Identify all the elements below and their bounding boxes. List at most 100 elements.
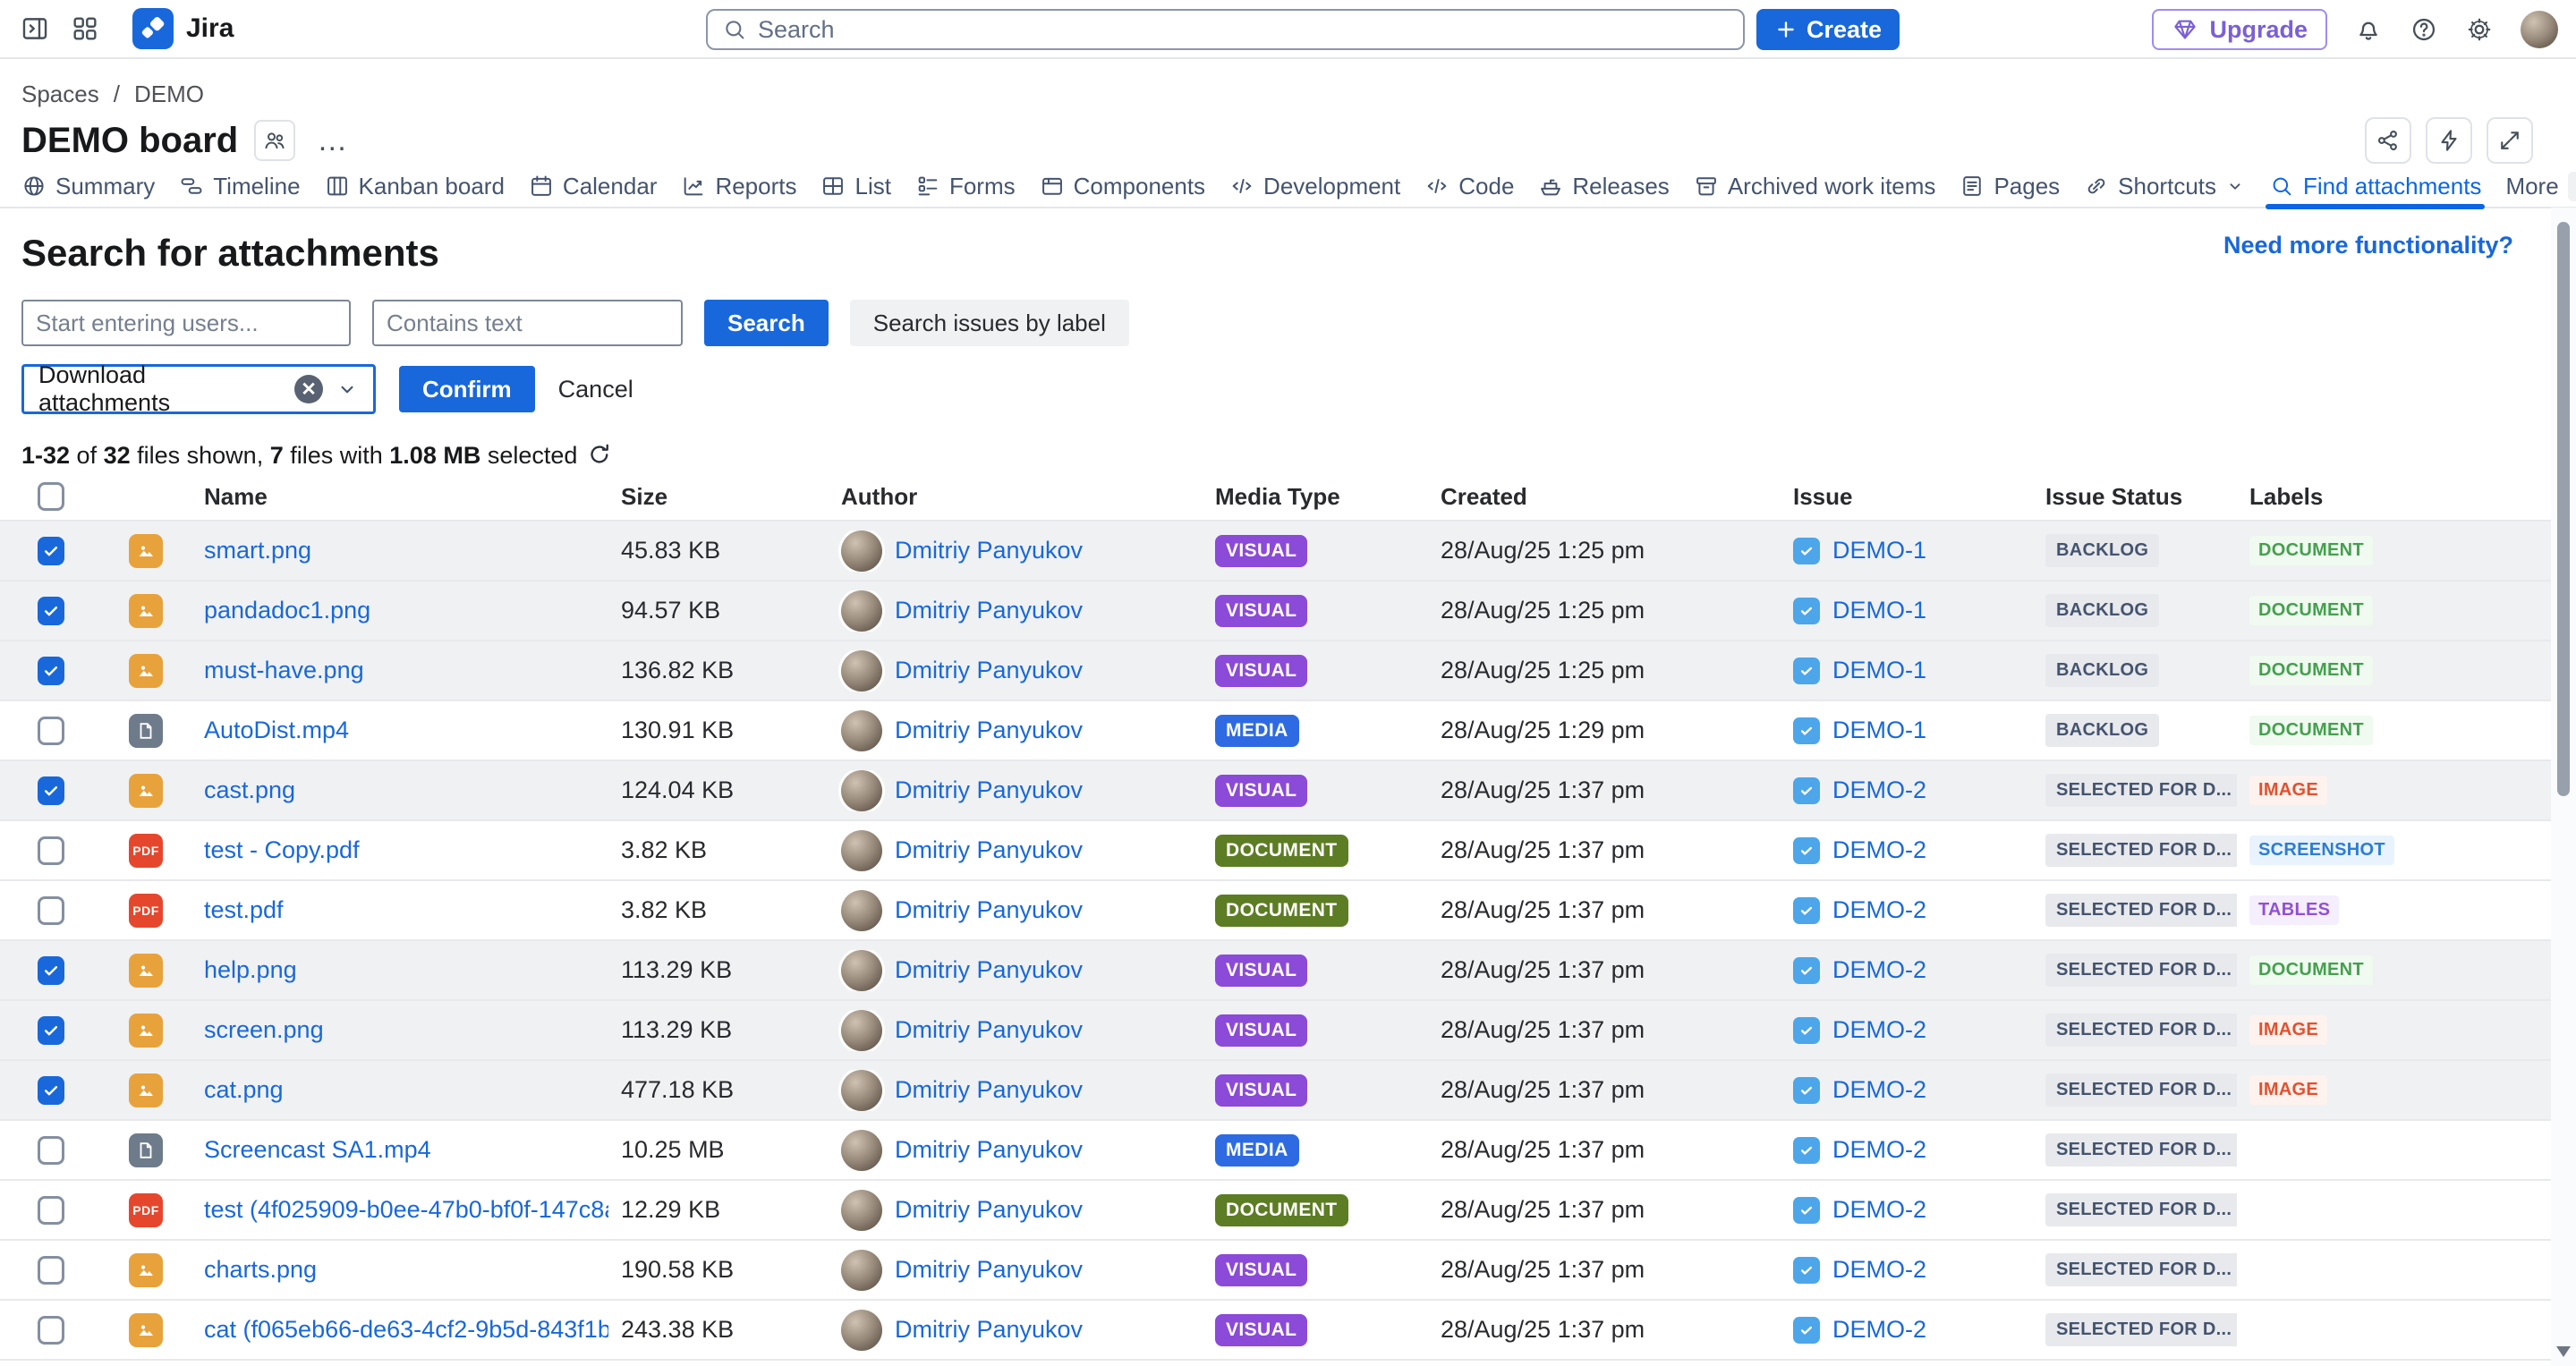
issue-link[interactable]: DEMO-1 xyxy=(1832,657,1926,684)
tab-summary[interactable]: Summary xyxy=(21,165,155,208)
need-more-functionality-link[interactable]: Need more functionality? xyxy=(2223,232,2513,259)
author-link[interactable]: Dmitriy Panyukov xyxy=(895,1256,1083,1284)
chevron-down-icon[interactable] xyxy=(336,378,359,401)
scrollbar-thumb[interactable] xyxy=(2557,222,2570,796)
author-link[interactable]: Dmitriy Panyukov xyxy=(895,597,1083,624)
tab-components[interactable]: Components xyxy=(1040,165,1205,208)
issue-link[interactable]: DEMO-2 xyxy=(1832,776,1926,804)
file-name-link[interactable]: Screencast SA1.mp4 xyxy=(204,1136,431,1164)
tab-more[interactable]: More 1 xyxy=(2505,165,2576,208)
file-name-link[interactable]: test.pdf xyxy=(204,896,284,924)
users-filter-input[interactable] xyxy=(21,300,351,346)
tab-code[interactable]: Code xyxy=(1424,165,1514,208)
issue-link[interactable]: DEMO-2 xyxy=(1832,896,1926,924)
file-name-link[interactable]: test (4f025909-b0ee-47b0-bf0f-147c8afdea… xyxy=(204,1196,608,1224)
global-search-input[interactable] xyxy=(758,16,1729,44)
tab-kanban-board[interactable]: Kanban board xyxy=(325,165,505,208)
file-name-link[interactable]: AutoDist.mp4 xyxy=(204,717,349,744)
author-link[interactable]: Dmitriy Panyukov xyxy=(895,776,1083,804)
clear-selection-icon[interactable]: ✕ xyxy=(294,375,323,403)
row-checkbox[interactable] xyxy=(38,1016,64,1045)
search-button[interactable]: Search xyxy=(704,300,829,346)
select-all-checkbox[interactable] xyxy=(38,482,64,511)
breadcrumb-spaces[interactable]: Spaces xyxy=(21,81,99,108)
author-link[interactable]: Dmitriy Panyukov xyxy=(895,1196,1083,1224)
author-link[interactable]: Dmitriy Panyukov xyxy=(895,717,1083,744)
tab-development[interactable]: Development xyxy=(1229,165,1400,208)
board-members-button[interactable] xyxy=(254,120,295,161)
file-name-link[interactable]: help.png xyxy=(204,956,297,984)
tab-find-attachments[interactable]: Find attachments xyxy=(2269,165,2481,208)
row-checkbox[interactable] xyxy=(38,717,64,745)
help-icon[interactable] xyxy=(2410,15,2438,44)
jira-logo[interactable]: Jira xyxy=(132,8,234,49)
row-checkbox[interactable] xyxy=(38,776,64,805)
row-checkbox[interactable] xyxy=(38,1076,64,1105)
cancel-button[interactable]: Cancel xyxy=(558,376,633,403)
row-checkbox[interactable] xyxy=(38,836,64,865)
column-header-issue[interactable]: Issue xyxy=(1781,483,2033,511)
row-checkbox[interactable] xyxy=(38,597,64,625)
issue-link[interactable]: DEMO-1 xyxy=(1832,597,1926,624)
search-issues-by-label-button[interactable]: Search issues by label xyxy=(850,300,1129,346)
tab-releases[interactable]: Releases xyxy=(1538,165,1669,208)
issue-link[interactable]: DEMO-2 xyxy=(1832,1136,1926,1164)
tab-calendar[interactable]: Calendar xyxy=(529,165,658,208)
issue-link[interactable]: DEMO-1 xyxy=(1832,537,1926,564)
notifications-icon[interactable] xyxy=(2354,15,2383,44)
issue-link[interactable]: DEMO-2 xyxy=(1832,1316,1926,1344)
tab-reports[interactable]: Reports xyxy=(681,165,796,208)
breadcrumb-demo[interactable]: DEMO xyxy=(134,81,204,108)
column-header-labels[interactable]: Labels xyxy=(2237,483,2551,511)
contains-text-input[interactable] xyxy=(372,300,683,346)
collapse-sidebar-icon[interactable] xyxy=(20,13,50,44)
issue-link[interactable]: DEMO-2 xyxy=(1832,1256,1926,1284)
file-name-link[interactable]: cat (f065eb66-de63-4cf2-9b5d-843f1b9e06.… xyxy=(204,1316,608,1344)
confirm-button[interactable]: Confirm xyxy=(399,366,535,412)
file-name-link[interactable]: charts.png xyxy=(204,1256,317,1284)
tab-archived-work-items[interactable]: Archived work items xyxy=(1694,165,1936,208)
more-actions-icon[interactable]: … xyxy=(311,132,354,149)
row-checkbox[interactable] xyxy=(38,896,64,925)
app-switcher-icon[interactable] xyxy=(70,13,100,44)
issue-link[interactable]: DEMO-1 xyxy=(1832,717,1926,744)
column-header-issue-status[interactable]: Issue Status xyxy=(2033,483,2237,511)
row-checkbox[interactable] xyxy=(38,1256,64,1285)
scroll-down-arrow[interactable] xyxy=(2556,1346,2571,1357)
file-name-link[interactable]: smart.png xyxy=(204,537,311,564)
row-checkbox[interactable] xyxy=(38,537,64,565)
author-link[interactable]: Dmitriy Panyukov xyxy=(895,1016,1083,1044)
fullscreen-expand-icon[interactable] xyxy=(2487,117,2533,164)
author-link[interactable]: Dmitriy Panyukov xyxy=(895,956,1083,984)
issue-link[interactable]: DEMO-2 xyxy=(1832,836,1926,864)
user-avatar[interactable] xyxy=(2521,11,2558,48)
tab-pages[interactable]: Pages xyxy=(1960,165,2060,208)
file-name-link[interactable]: test - Copy.pdf xyxy=(204,836,360,864)
row-checkbox[interactable] xyxy=(38,1136,64,1165)
action-select[interactable]: Download attachments ✕ xyxy=(21,364,376,414)
column-header-created[interactable]: Created xyxy=(1428,483,1781,511)
vertical-scrollbar[interactable] xyxy=(2551,208,2576,1366)
author-link[interactable]: Dmitriy Panyukov xyxy=(895,1316,1083,1344)
issue-link[interactable]: DEMO-2 xyxy=(1832,956,1926,984)
row-checkbox[interactable] xyxy=(38,1196,64,1225)
tab-shortcuts[interactable]: Shortcuts xyxy=(2084,165,2245,208)
file-name-link[interactable]: cast.png xyxy=(204,776,295,804)
tab-forms[interactable]: Forms xyxy=(915,165,1016,208)
refresh-icon[interactable] xyxy=(586,441,613,468)
file-name-link[interactable]: cat.png xyxy=(204,1076,284,1104)
issue-link[interactable]: DEMO-2 xyxy=(1832,1016,1926,1044)
issue-link[interactable]: DEMO-2 xyxy=(1832,1196,1926,1224)
issue-link[interactable]: DEMO-2 xyxy=(1832,1076,1926,1104)
file-name-link[interactable]: screen.png xyxy=(204,1016,324,1044)
author-link[interactable]: Dmitriy Panyukov xyxy=(895,836,1083,864)
column-header-size[interactable]: Size xyxy=(608,483,829,511)
column-header-media-type[interactable]: Media Type xyxy=(1203,483,1428,511)
tab-list[interactable]: List xyxy=(820,165,890,208)
file-name-link[interactable]: must-have.png xyxy=(204,657,364,684)
author-link[interactable]: Dmitriy Panyukov xyxy=(895,896,1083,924)
global-search[interactable] xyxy=(706,9,1745,50)
settings-gear-icon[interactable] xyxy=(2465,15,2494,44)
upgrade-button[interactable]: Upgrade xyxy=(2152,9,2327,50)
tab-timeline[interactable]: Timeline xyxy=(179,165,300,208)
